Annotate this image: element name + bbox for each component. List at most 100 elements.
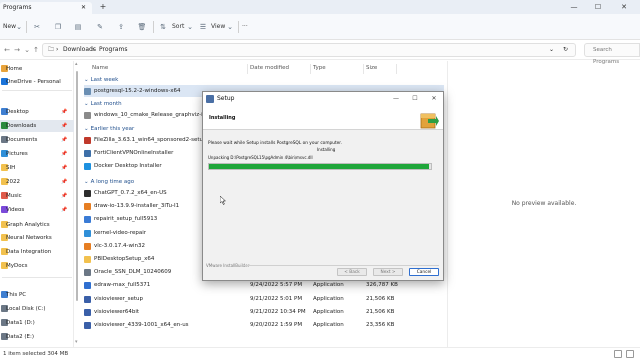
chevron-down-icon[interactable]: ⌄ (84, 126, 89, 132)
sidebar-item-neural-networks[interactable]: Neural Networks (0, 232, 74, 244)
cut-icon[interactable]: ✂ (31, 21, 43, 33)
tab-programs[interactable]: Programs ✕ (0, 2, 92, 14)
sidebar-scrollbar[interactable]: ▴ ▾ (74, 61, 81, 347)
back-button[interactable]: < Back (337, 268, 367, 276)
more-options-button[interactable]: ··· (242, 22, 248, 32)
cancel-button[interactable]: Cancel (409, 268, 439, 276)
chevron-down-icon[interactable]: ⌄ (84, 179, 89, 185)
sidebar-item-documents[interactable]: Documents 📌 (0, 134, 74, 146)
tiles-view-icon[interactable] (626, 350, 634, 358)
pin-icon[interactable]: 📌 (61, 190, 67, 202)
sidebar-item-label: Music (6, 193, 22, 199)
sidebar-item-home[interactable]: Home (0, 63, 74, 75)
sidebar-item-2022[interactable]: 2022 📌 (0, 176, 74, 188)
install-progress-bar (208, 163, 432, 170)
paste-icon[interactable]: ▤ (72, 21, 84, 33)
file-date: 9/21/2022 5:01 PM (250, 295, 303, 302)
column-date[interactable]: Date modified (250, 63, 289, 73)
group-header-long-ago[interactable]: ⌄ A long time ago (84, 178, 134, 187)
details-view-icon[interactable] (614, 350, 622, 358)
dialog-close-button[interactable]: ✕ (427, 92, 441, 106)
column-size[interactable]: Size (366, 63, 377, 73)
group-header-last-week[interactable]: ⌄ Last week (84, 76, 118, 85)
breadcrumb-downloads[interactable]: Downloads (63, 44, 96, 56)
delete-icon[interactable]: 🗑 (136, 21, 148, 33)
column-name[interactable]: Name (92, 63, 108, 73)
tab-close-icon[interactable]: ✕ (81, 2, 86, 14)
sidebar-item-graph-analytics[interactable]: Graph Analytics (0, 219, 74, 231)
file-row[interactable]: edraw-max_full5371 9/24/2022 5:57 PM Appli… (84, 279, 444, 291)
chevron-down-icon[interactable]: ⌄ (549, 44, 554, 56)
progress-fill (209, 164, 429, 169)
sidebar-item-desktop[interactable]: Desktop 📌 (0, 106, 74, 118)
sidebar-item-label: Documents (6, 137, 38, 143)
chevron-down-icon[interactable]: ⌄ (184, 21, 196, 33)
copy-icon[interactable]: ❐ (52, 21, 64, 33)
sidebar-item-local-disk-c[interactable]: Local Disk (C:) (0, 303, 74, 315)
toolbar-divider (153, 21, 154, 33)
next-button[interactable]: Next > (373, 268, 403, 276)
share-icon[interactable]: ⇪ (115, 21, 127, 33)
scroll-down-icon[interactable]: ▾ (75, 339, 78, 345)
sidebar-item-this-pc[interactable]: This PC (0, 289, 74, 301)
file-type-icon (84, 308, 91, 316)
chevron-down-icon[interactable]: ⌄ (224, 21, 236, 33)
file-type: Application (313, 295, 344, 302)
chevron-down-icon[interactable]: ⌄ (84, 77, 89, 83)
maximize-button[interactable]: ☐ (588, 0, 608, 14)
mouse-cursor-icon (220, 196, 226, 205)
rename-icon[interactable]: ✎ (94, 21, 106, 33)
column-type[interactable]: Type (313, 63, 326, 73)
scroll-up-icon[interactable]: ▴ (75, 61, 78, 67)
refresh-icon[interactable]: ↻ (563, 44, 568, 56)
sort-button[interactable]: Sort (172, 22, 184, 32)
file-size: 21,506 KB (366, 308, 395, 315)
scrollbar-thumb[interactable] (76, 71, 78, 301)
command-bar: New ⌄ ✂ ❐ ▤ ✎ ⇪ 🗑 ⇅ Sort ⌄ ☰ View ⌄ ··· (0, 14, 640, 40)
address-bar[interactable]: 🗀 › Downloads › Programs ⌄ ↻ (42, 43, 576, 57)
sort-icon[interactable]: ⇅ (157, 21, 169, 33)
sidebar-item-sih[interactable]: SIH 📌 (0, 162, 74, 174)
sidebar-item-pictures[interactable]: Pictures 📌 (0, 148, 74, 160)
column-divider (363, 64, 364, 74)
pin-icon[interactable]: 📌 (61, 204, 67, 216)
breadcrumb-programs[interactable]: Programs (99, 44, 127, 56)
file-row[interactable]: visioviewer64bit 9/21/2022 10:34 PM Applic… (84, 306, 444, 318)
install-message: Please wait while Setup installs Postgre… (208, 141, 343, 146)
sidebar-item-data2-e[interactable]: Data2 (E:) (0, 331, 74, 343)
pin-icon[interactable]: 📌 (61, 134, 67, 146)
sidebar-item-downloads[interactable]: Downloads 📌 (0, 120, 74, 132)
forward-icon[interactable]: → (12, 44, 22, 56)
sidebar-item-data-integration[interactable]: Data Integration (0, 246, 74, 258)
dialog-maximize-button[interactable]: ☐ (408, 92, 422, 106)
file-type-icon (84, 295, 91, 303)
sidebar-item-onedrive-personal[interactable]: OneDrive - Personal (0, 76, 74, 88)
view-icon[interactable]: ☰ (197, 21, 209, 33)
column-divider (396, 64, 397, 74)
pin-icon[interactable]: 📌 (61, 176, 67, 188)
chevron-down-icon[interactable]: ⌄ (84, 101, 89, 107)
dialog-title-bar[interactable]: Setup — ☐ ✕ (203, 92, 443, 106)
dialog-minimize-button[interactable]: — (389, 92, 403, 106)
minimize-button[interactable]: — (564, 0, 584, 14)
file-type-icon (84, 242, 91, 250)
group-header-last-month[interactable]: ⌄ Last month (84, 100, 122, 109)
sidebar-item-label: MyDocs (6, 263, 28, 269)
search-input[interactable]: Search Programs (584, 43, 640, 65)
sidebar-item-videos[interactable]: Videos 📌 (0, 204, 74, 216)
chevron-down-icon[interactable]: ⌄ (13, 21, 25, 33)
sidebar-item-data1-d[interactable]: Data1 (D:) (0, 317, 74, 329)
sidebar-item-music[interactable]: Music 📌 (0, 190, 74, 202)
new-tab-button[interactable]: + (98, 2, 108, 12)
back-icon[interactable]: ← (2, 44, 12, 56)
sidebar-item-mydocs[interactable]: MyDocs (0, 260, 74, 272)
pin-icon[interactable]: 📌 (61, 106, 67, 118)
close-window-button[interactable]: ✕ (614, 0, 634, 14)
group-header-earlier-year[interactable]: ⌄ Earlier this year (84, 125, 134, 134)
up-icon[interactable]: ↑ (31, 44, 41, 56)
file-row[interactable]: visioviewer_setup 9/21/2022 5:01 PM Applic… (84, 293, 444, 305)
file-row[interactable]: visioviewer_4339-1001_x64_en-us 9/20/2022… (84, 319, 444, 331)
pin-icon[interactable]: 📌 (61, 148, 67, 160)
pin-icon[interactable]: 📌 (61, 120, 67, 132)
pin-icon[interactable]: 📌 (61, 162, 67, 174)
